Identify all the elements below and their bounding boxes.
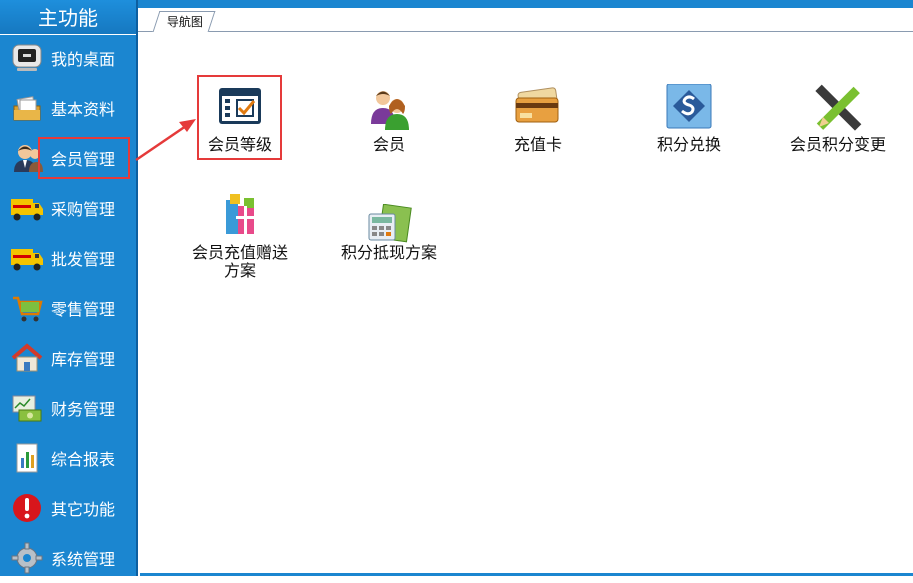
sidebar-item-inventory[interactable]: 库存管理	[0, 333, 136, 383]
shopping-cart-icon	[10, 291, 44, 325]
sidebar-item-label: 财务管理	[51, 400, 116, 419]
top-bar	[138, 0, 913, 8]
tile-members[interactable]: 会员	[319, 84, 459, 154]
sidebar-item-label: 综合报表	[51, 450, 116, 469]
sidebar-item-label: 库存管理	[51, 350, 116, 369]
sidebar-item-label: 基本资料	[51, 100, 116, 119]
points-exchange-icon	[661, 83, 717, 136]
alert-icon	[10, 491, 44, 525]
sidebar-item-label: 零售管理	[51, 300, 116, 319]
sidebar-item-desktop[interactable]: 我的桌面	[0, 33, 136, 83]
gift-icon	[212, 192, 268, 244]
tile-member-recharge-gift-plan[interactable]: 会员充值赠送方案	[170, 192, 310, 280]
sidebar-item-other[interactable]: 其它功能	[0, 483, 136, 533]
tab-strip: 导航图	[138, 8, 913, 32]
sidebar-item-label: 批发管理	[51, 250, 116, 269]
monitor-icon	[10, 41, 44, 75]
sidebar-item-purchase[interactable]: 采购管理	[0, 183, 136, 233]
tile-recharge-card[interactable]: 充值卡	[468, 84, 608, 154]
report-icon	[10, 441, 44, 475]
sidebar-item-label: 系统管理	[51, 550, 116, 569]
card-icon	[510, 84, 566, 136]
folder-icon	[10, 91, 44, 125]
member-level-icon	[212, 84, 268, 136]
sidebar-item-label: 采购管理	[51, 200, 116, 219]
house-icon	[10, 341, 44, 375]
tile-member-level[interactable]: 会员等级	[170, 84, 310, 154]
tab-navigation-map[interactable]: 导航图	[152, 11, 216, 32]
sidebar-item-retail[interactable]: 零售管理	[0, 283, 136, 333]
sidebar-title: 主功能	[0, 0, 136, 35]
sidebar-item-wholesale[interactable]: 批发管理	[0, 233, 136, 283]
tile-points-cash-plan[interactable]: 积分抵现方案	[319, 203, 459, 262]
sidebar-item-label: 我的桌面	[51, 50, 116, 69]
money-icon	[10, 391, 44, 425]
sidebar-item-basic-data[interactable]: 基本资料	[0, 83, 136, 133]
pencil-ruler-icon	[810, 84, 866, 136]
calculator-icon	[361, 203, 417, 244]
selection-highlight	[38, 137, 130, 179]
sidebar-item-label: 其它功能	[51, 500, 116, 519]
members-icon	[361, 84, 417, 136]
tile-points-exchange[interactable]: 积分兑换	[619, 83, 759, 154]
sidebar-item-reports[interactable]: 综合报表	[0, 433, 136, 483]
sidebar: 主功能 我的桌面 基本资料 会员管理 采购管理 批发管理 零售管理 库存管理 财…	[0, 0, 138, 576]
truck-icon	[10, 241, 44, 275]
sidebar-item-finance[interactable]: 财务管理	[0, 383, 136, 433]
gear-icon	[10, 541, 44, 575]
truck-icon	[10, 191, 44, 225]
tile-member-points-change[interactable]: 会员积分变更	[768, 84, 908, 154]
